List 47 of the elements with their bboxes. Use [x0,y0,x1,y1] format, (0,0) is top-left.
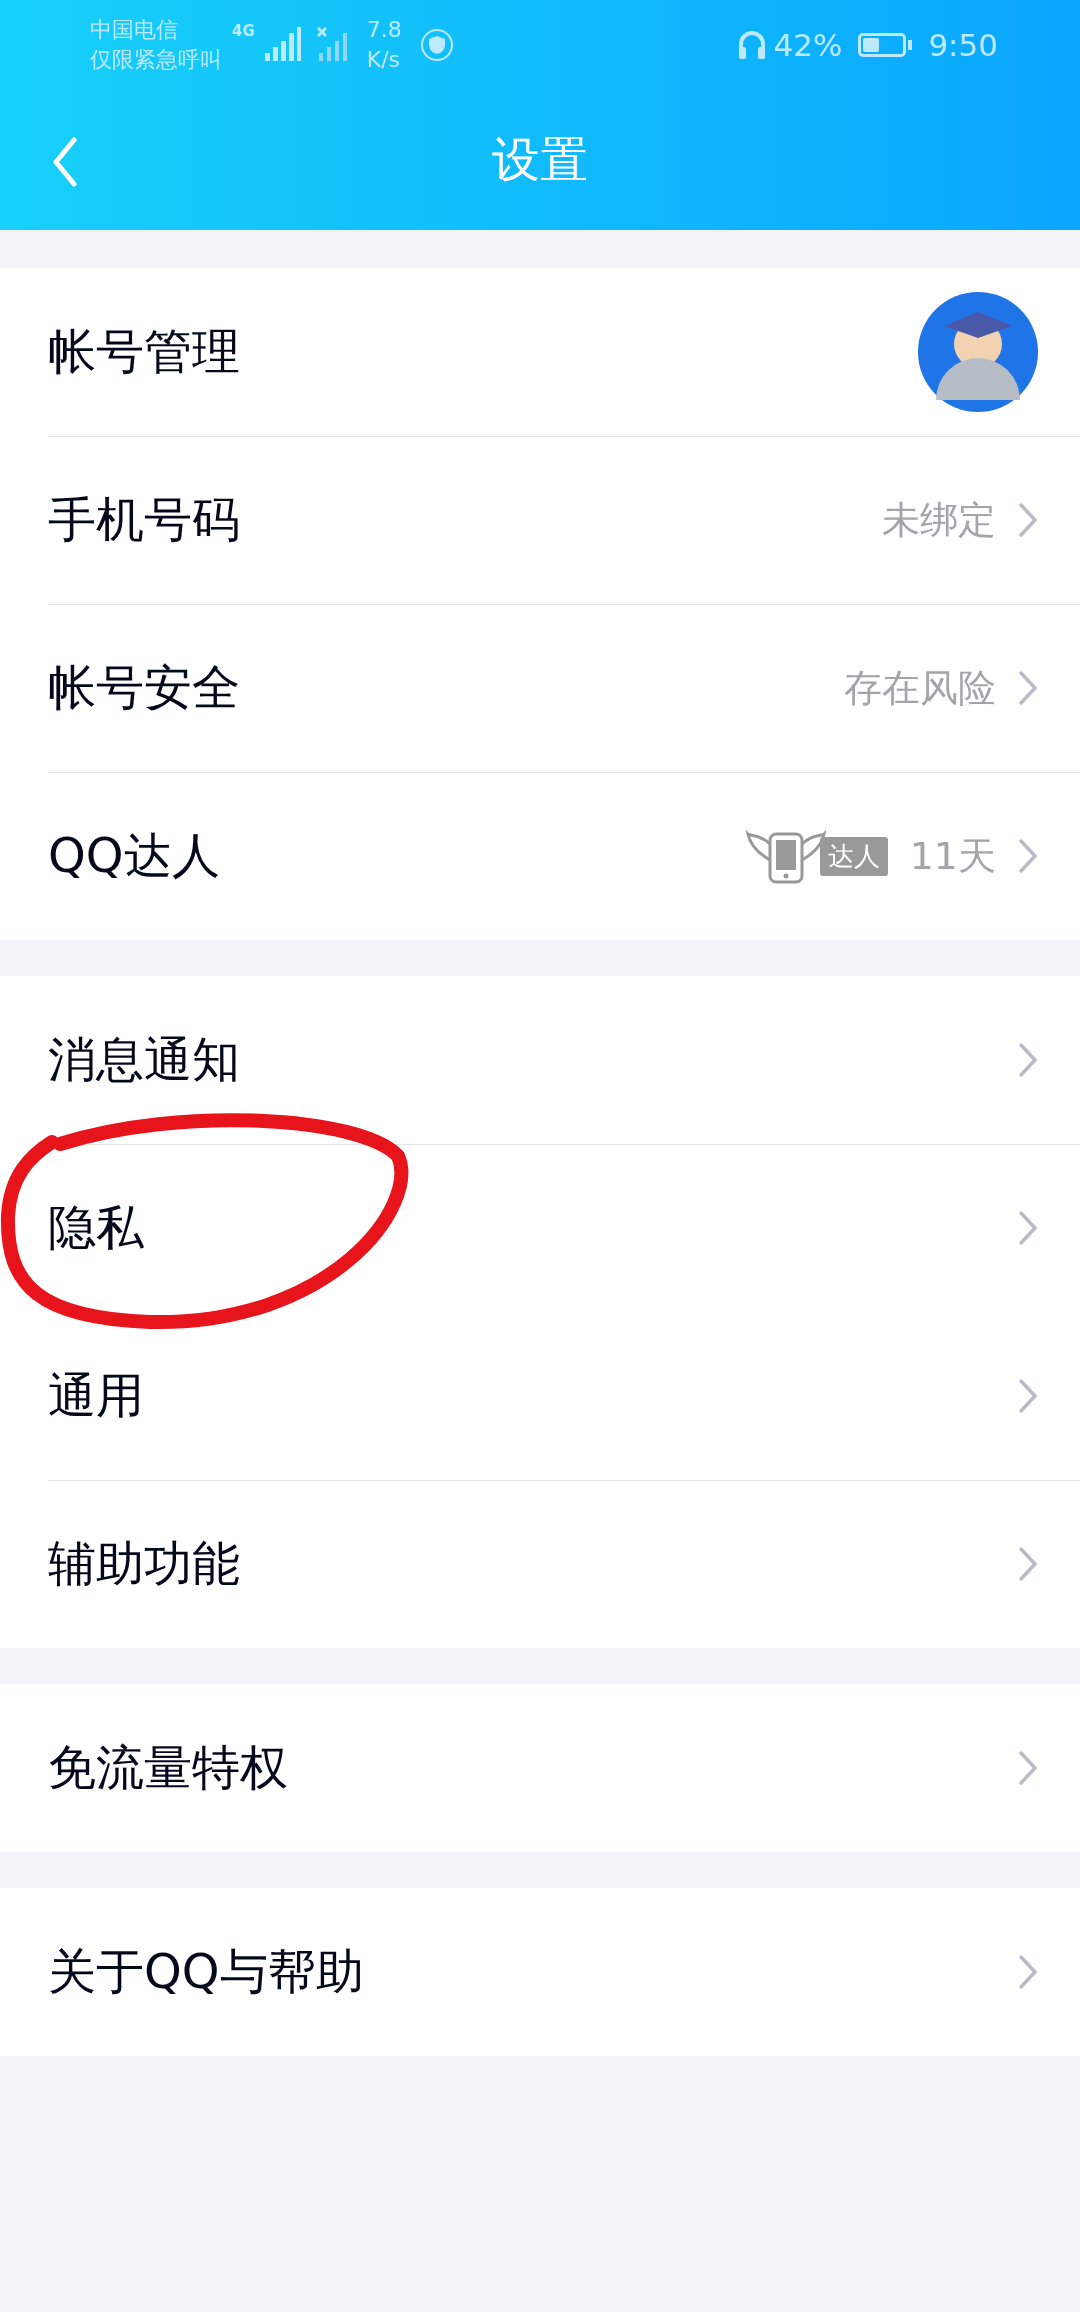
row-label: 免流量特权 [48,1738,288,1797]
settings-row[interactable]: 免流量特权 [0,1684,1080,1852]
clock: 9:50 [928,27,998,63]
chevron-icon [1018,502,1038,538]
row-value: 11天 [909,832,996,880]
chevron-icon [1018,1546,1038,1582]
carrier-name: 中国电信 [90,16,179,44]
page-title: 设置 [492,130,588,189]
chevron-icon [1018,1210,1038,1246]
back-icon [52,137,78,187]
battery-icon [858,33,907,57]
row-value: 存在风险 [844,664,996,712]
row-label: 辅助功能 [48,1534,240,1593]
chevron-icon [1018,1378,1038,1414]
settings-row[interactable]: 消息通知 [0,976,1080,1144]
row-value: 未绑定 [882,496,996,544]
row-label: 消息通知 [48,1030,240,1089]
row-label: QQ达人 [48,826,220,885]
expert-badge: 达人 [819,836,888,876]
row-label: 隐私 [48,1198,144,1257]
settings-row[interactable]: 隐私 [0,1144,1080,1312]
battery-percent: 42% [773,27,843,63]
chevron-icon [1018,838,1038,874]
chevron-icon [1018,1750,1038,1786]
signal-icon [262,27,303,63]
settings-row[interactable]: 手机号码 未绑定 [0,436,1080,604]
row-label: 关于QQ与帮助 [48,1942,364,2001]
carrier-note: 仅限紧急呼叫 [90,46,222,74]
speed-unit: K/s [366,46,402,74]
settings-row[interactable]: QQ达人 达人 11天 [0,772,1080,940]
row-label: 帐号安全 [48,658,240,717]
winged-phone-icon [745,828,826,884]
network-type: 4G [232,22,255,40]
settings-row[interactable]: 通用 [0,1312,1080,1480]
row-label: 通用 [48,1366,144,1425]
settings-row[interactable]: 帐号管理 [0,268,1080,436]
chevron-icon [1018,1954,1038,1990]
speed-value: 7.8 [366,16,402,44]
settings-row[interactable]: 辅助功能 [0,1480,1080,1648]
row-label: 帐号管理 [48,322,240,381]
shield-icon [419,28,454,62]
headphones-icon [737,29,768,61]
chevron-icon [1018,670,1038,706]
chevron-icon [1018,1042,1038,1078]
settings-row[interactable]: 帐号安全 存在风险 [0,604,1080,772]
settings-row[interactable]: 关于QQ与帮助 [0,1888,1080,2056]
row-label: 手机号码 [48,490,240,549]
